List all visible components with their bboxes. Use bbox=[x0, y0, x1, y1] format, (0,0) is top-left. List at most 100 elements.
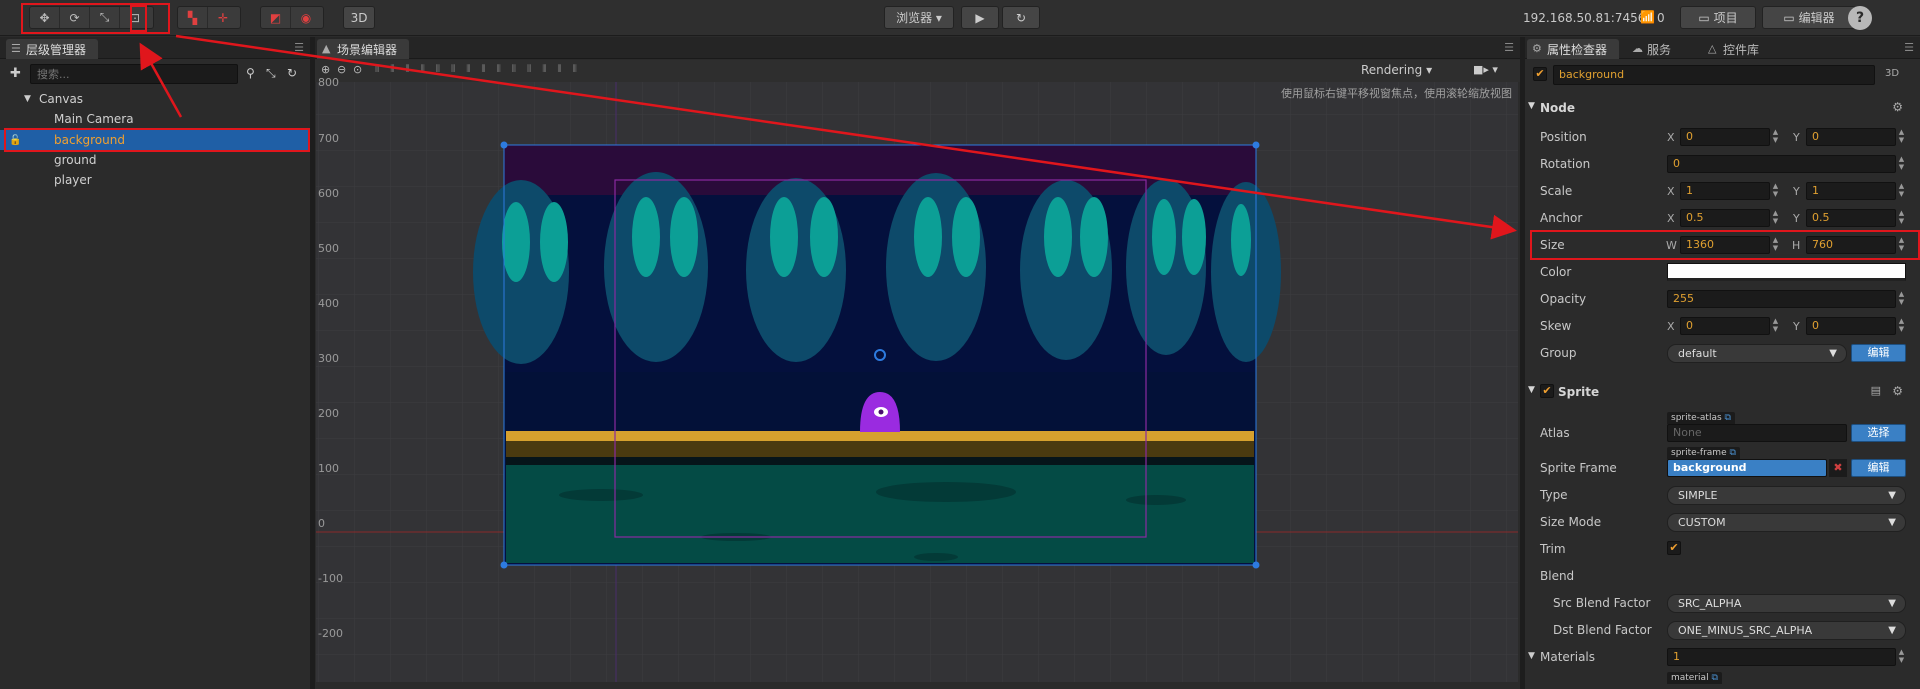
close-icon[interactable]: ✖ bbox=[1829, 459, 1847, 477]
play-button[interactable]: ▶ bbox=[961, 6, 999, 29]
external-link-icon[interactable]: ⧉ bbox=[1729, 448, 1735, 458]
stepper-icon[interactable]: ▲ ▼ bbox=[1897, 236, 1906, 254]
3d-badge[interactable]: 3D bbox=[1885, 68, 1899, 79]
scene-viewport[interactable]: 使用鼠标右键平移视窗焦点，使用滚轮缩放视图 bbox=[316, 82, 1518, 682]
color-swatch[interactable] bbox=[1667, 263, 1906, 281]
editor-button[interactable]: ▭ 编辑器 bbox=[1762, 6, 1856, 29]
tree-item-canvas[interactable]: ▼ Canvas bbox=[0, 89, 310, 109]
atlas-select-button[interactable]: 选择 bbox=[1851, 424, 1906, 442]
hierarchy-panel: ☰ 层级管理器 ☰ ✚ ⚲ ⤡ ↻ ▼ Canvas Main Camera 🔓… bbox=[0, 37, 310, 689]
skew-y-input[interactable]: 0 bbox=[1806, 317, 1896, 335]
stepper-icon[interactable]: ▲ ▼ bbox=[1771, 128, 1780, 146]
node-name-field[interactable]: background bbox=[1553, 65, 1875, 85]
tab-hierarchy[interactable]: ☰ 层级管理器 bbox=[6, 39, 99, 59]
scale-x-input[interactable]: 1 bbox=[1680, 182, 1770, 200]
3d-toggle-button[interactable]: 3D bbox=[343, 6, 375, 29]
scale-tool-icon[interactable]: ⤡ bbox=[90, 7, 120, 28]
project-button[interactable]: ▭ 项目 bbox=[1680, 6, 1756, 29]
sprite-enabled-checkbox[interactable]: ✔ bbox=[1540, 384, 1554, 398]
size-mode-select[interactable]: CUSTOM ▼ bbox=[1667, 513, 1906, 532]
lock-icon[interactable]: 🔓 bbox=[9, 135, 21, 146]
stepper-icon[interactable]: ▲ ▼ bbox=[1771, 182, 1780, 200]
stepper-icon[interactable]: ▲ ▼ bbox=[1897, 182, 1906, 200]
type-select[interactable]: SIMPLE ▼ bbox=[1667, 486, 1906, 505]
materials-count-input[interactable]: 1 bbox=[1667, 648, 1896, 666]
pivot-icon[interactable]: ▚ bbox=[178, 7, 208, 28]
collapse-icon[interactable]: ⤡ bbox=[266, 66, 276, 81]
panel-menu-icon[interactable]: ☰ bbox=[1504, 41, 1514, 54]
browser-select[interactable]: 浏览器 ▾ bbox=[884, 6, 954, 29]
stepper-icon[interactable]: ▲ ▼ bbox=[1897, 290, 1906, 308]
group-edit-button[interactable]: 编辑 bbox=[1851, 344, 1906, 362]
zoom-reset-icon[interactable]: ⊙ bbox=[353, 63, 362, 76]
chevron-down-icon[interactable]: ▼ bbox=[1528, 651, 1535, 661]
zoom-out-icon[interactable]: ⊖ bbox=[337, 63, 346, 76]
position-y-input[interactable]: 0 bbox=[1806, 128, 1896, 146]
panel-menu-icon[interactable]: ☰ bbox=[294, 41, 304, 54]
stepper-icon[interactable]: ▲ ▼ bbox=[1771, 236, 1780, 254]
local-space-icon[interactable]: ◩ bbox=[261, 7, 291, 28]
src-blend-select[interactable]: SRC_ALPHA ▼ bbox=[1667, 594, 1906, 613]
space-tool-group: ◩ ◉ bbox=[260, 6, 324, 29]
axis-y-label: Y bbox=[1793, 131, 1800, 144]
atlas-field[interactable]: None bbox=[1667, 424, 1847, 442]
stepper-icon[interactable]: ▲ ▼ bbox=[1897, 317, 1906, 335]
anchor-x-input[interactable]: 0.5 bbox=[1680, 209, 1770, 227]
stepper-icon[interactable]: ▲ ▼ bbox=[1897, 155, 1906, 173]
sprite-frame-field[interactable]: background bbox=[1667, 459, 1827, 477]
tab-scene-label: 场景编辑器 bbox=[337, 42, 398, 57]
dst-blend-select[interactable]: ONE_MINUS_SRC_ALPHA ▼ bbox=[1667, 621, 1906, 640]
search-input[interactable] bbox=[30, 64, 238, 84]
scale-y-input[interactable]: 1 bbox=[1806, 182, 1896, 200]
tab-scene[interactable]: ▲ 场景编辑器 bbox=[317, 39, 410, 59]
opacity-input[interactable]: 255 bbox=[1667, 290, 1896, 308]
center-icon[interactable]: ✛ bbox=[208, 7, 238, 28]
align-tools-icon[interactable]: ⫴⫴⫴⫴⫴⫴⫴⫴⫴⫴⫴⫴⫴⫴ bbox=[375, 64, 675, 78]
sprite-section-header[interactable]: ▼ ✔ Sprite ▤ ⚙ bbox=[1526, 382, 1911, 404]
rotation-input[interactable]: 0 bbox=[1667, 155, 1896, 173]
help-icon[interactable]: ? bbox=[1848, 6, 1872, 30]
refresh-button[interactable]: ↻ bbox=[1002, 6, 1040, 29]
stepper-icon[interactable]: ▲ ▼ bbox=[1897, 128, 1906, 146]
external-link-icon[interactable]: ⧉ bbox=[1711, 673, 1717, 683]
tree-item-ground[interactable]: ground bbox=[0, 150, 310, 170]
stepper-icon[interactable]: ▲ ▼ bbox=[1771, 209, 1780, 227]
trim-checkbox[interactable]: ✔ bbox=[1667, 541, 1681, 555]
tree-item-main-camera[interactable]: Main Camera bbox=[0, 109, 310, 129]
rect-tool-icon[interactable]: ⊡ bbox=[120, 7, 150, 28]
move-tool-icon[interactable]: ✥ bbox=[30, 7, 60, 28]
tab-services[interactable]: ☁ 服务 bbox=[1627, 39, 1683, 59]
refresh-icon[interactable]: ↻ bbox=[287, 66, 297, 80]
chevron-down-icon[interactable]: ▼ bbox=[24, 94, 31, 104]
tab-widgets[interactable]: △ 控件库 bbox=[1703, 39, 1771, 59]
panel-menu-icon[interactable]: ☰ bbox=[1904, 41, 1914, 54]
book-icon[interactable]: ▤ bbox=[1871, 384, 1881, 397]
tab-services-label: 服务 bbox=[1647, 42, 1672, 57]
tab-inspector[interactable]: ⚙ 属性检查器 bbox=[1527, 39, 1620, 59]
camera-icon[interactable]: ■▸ ▾ bbox=[1473, 63, 1498, 76]
stepper-icon[interactable]: ▲ ▼ bbox=[1771, 317, 1780, 335]
gear-icon[interactable]: ⚙ bbox=[1892, 384, 1903, 398]
size-h-input[interactable]: 760 bbox=[1806, 236, 1896, 254]
group-select[interactable]: default ▼ bbox=[1667, 344, 1847, 363]
rotate-tool-icon[interactable]: ⟳ bbox=[60, 7, 90, 28]
node-active-checkbox[interactable]: ✔ bbox=[1533, 67, 1547, 81]
sprite-frame-edit-button[interactable]: 编辑 bbox=[1851, 459, 1906, 477]
search-icon[interactable]: ⚲ bbox=[246, 66, 255, 80]
stepper-icon[interactable]: ▲ ▼ bbox=[1897, 209, 1906, 227]
add-node-icon[interactable]: ✚ bbox=[10, 66, 21, 81]
node-section-header[interactable]: ▼ Node ⚙ bbox=[1526, 98, 1911, 120]
tree-item-player[interactable]: player bbox=[0, 170, 310, 190]
position-x-input[interactable]: 0 bbox=[1680, 128, 1770, 146]
global-space-icon[interactable]: ◉ bbox=[291, 7, 321, 28]
tree-item-background[interactable]: 🔓 background bbox=[0, 130, 310, 150]
render-mode-select[interactable]: Rendering ▾ bbox=[1361, 63, 1432, 77]
zoom-in-icon[interactable]: ⊕ bbox=[321, 63, 330, 76]
external-link-icon[interactable]: ⧉ bbox=[1725, 413, 1731, 423]
background-sprite[interactable] bbox=[473, 145, 1281, 565]
gear-icon[interactable]: ⚙ bbox=[1892, 100, 1903, 114]
anchor-y-input[interactable]: 0.5 bbox=[1806, 209, 1896, 227]
stepper-icon[interactable]: ▲ ▼ bbox=[1897, 648, 1906, 666]
skew-x-input[interactable]: 0 bbox=[1680, 317, 1770, 335]
size-w-input[interactable]: 1360 bbox=[1680, 236, 1770, 254]
